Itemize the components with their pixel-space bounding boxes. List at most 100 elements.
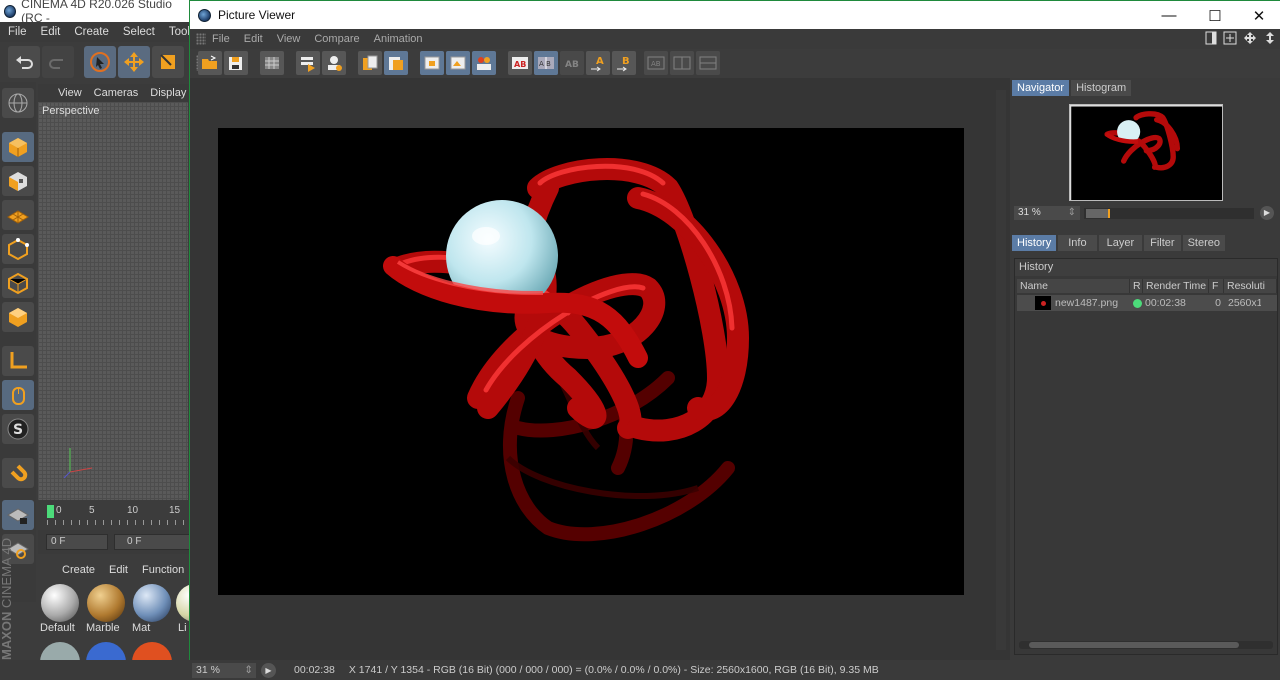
live-selection-button[interactable] — [84, 46, 116, 78]
copy-to-clipboard-button[interactable] — [358, 51, 382, 75]
render-settings-button[interactable] — [322, 51, 346, 75]
redo-button[interactable] — [42, 46, 74, 78]
polygons-mode-button[interactable] — [2, 302, 34, 332]
column-name[interactable]: Name — [1017, 279, 1130, 293]
polygon-cube-icon — [9, 308, 27, 327]
save-image-button[interactable] — [224, 51, 248, 75]
image-canvas[interactable] — [190, 78, 1010, 660]
viewport-menu-display[interactable]: Display — [150, 87, 186, 99]
solo-button[interactable]: S — [2, 414, 34, 444]
current-frame-field[interactable]: 0 F — [114, 534, 190, 550]
stereo-a-button[interactable]: AB — [644, 51, 668, 75]
c4d-menu-file[interactable]: File — [8, 26, 27, 38]
tab-stereo[interactable]: Stereo — [1182, 235, 1225, 251]
material-menu-create[interactable]: Create — [62, 564, 95, 576]
c4d-menu-edit[interactable]: Edit — [41, 26, 61, 38]
spinner-arrows-icon: ⇕ — [244, 663, 253, 676]
timeline-tick: 0 — [56, 505, 62, 516]
pv-menu-compare[interactable]: Compare — [314, 33, 359, 45]
rendered-image[interactable] — [218, 128, 964, 595]
material-menu-function[interactable]: Function — [142, 564, 184, 576]
tweak-mode-button[interactable] — [2, 380, 34, 410]
new-panel-icon[interactable] — [1223, 31, 1237, 45]
axis-mode-button[interactable] — [2, 346, 34, 376]
compare-split-button[interactable]: A B — [534, 51, 558, 75]
stereo-b-button[interactable] — [670, 51, 694, 75]
show-region-b-button[interactable] — [446, 51, 470, 75]
model-mode-button[interactable] — [2, 132, 34, 162]
zoom-field[interactable]: 31 % ⇕ — [1014, 206, 1080, 220]
tab-history[interactable]: History — [1012, 235, 1057, 251]
table-row[interactable]: new1487.png 00:02:38 0 2560x16 — [1017, 295, 1277, 311]
column-f[interactable]: F — [1209, 279, 1224, 293]
material-menu-edit[interactable]: Edit — [109, 564, 128, 576]
zoom-slider[interactable] — [1084, 208, 1254, 219]
panel-layout-icon[interactable] — [1205, 31, 1217, 45]
history-horizontal-scrollbar[interactable] — [1019, 641, 1273, 649]
tab-info[interactable]: Info — [1058, 235, 1097, 251]
points-cube-icon — [8, 238, 29, 261]
tab-histogram[interactable]: Histogram — [1071, 80, 1132, 96]
timeline-tick: 15 — [169, 505, 181, 516]
compare-ab-button[interactable]: AB — [508, 51, 532, 75]
scale-tool-button[interactable] — [152, 46, 184, 78]
show-region-a-button[interactable] — [420, 51, 444, 75]
points-mode-button[interactable] — [2, 234, 34, 264]
expand-panel-icon[interactable] — [1263, 31, 1277, 45]
copy-pages-icon — [363, 55, 378, 70]
compare-swap-button[interactable]: AB — [560, 51, 584, 75]
workplane-lock-button[interactable] — [2, 500, 34, 530]
viewport-menu-view[interactable]: View — [58, 87, 82, 99]
undo-button[interactable] — [8, 46, 40, 78]
set-b-button[interactable]: B — [612, 51, 636, 75]
snap-button[interactable] — [2, 458, 34, 488]
open-image-button[interactable] — [198, 51, 222, 75]
pv-menu-edit[interactable]: Edit — [244, 33, 263, 45]
zoom-play-icon[interactable]: ▶ — [1260, 206, 1274, 220]
set-a-button[interactable]: A — [586, 51, 610, 75]
paste-button[interactable] — [384, 51, 408, 75]
texture-mode-button[interactable] — [2, 166, 34, 196]
move-panel-icon[interactable] — [1243, 31, 1257, 45]
navigator-thumbnail[interactable] — [1069, 104, 1223, 201]
stereo-c-button[interactable] — [696, 51, 720, 75]
scrollbar-thumb[interactable] — [1029, 642, 1239, 648]
picture-viewer-title-bar: Picture Viewer — ☐ ✕ — [190, 0, 1280, 29]
column-resolution[interactable]: Resoluti — [1224, 279, 1277, 293]
maximize-button[interactable]: ☐ — [1193, 1, 1237, 30]
render-queue-button[interactable] — [296, 51, 320, 75]
c4d-menu-create[interactable]: Create — [74, 26, 109, 38]
pv-menu-view[interactable]: View — [277, 33, 301, 45]
tab-filter[interactable]: Filter — [1144, 235, 1181, 251]
status-zoom-field[interactable]: 31 % ⇕ — [192, 662, 256, 678]
tab-layer[interactable]: Layer — [1098, 235, 1143, 251]
move-tool-button[interactable] — [118, 46, 150, 78]
viewport-menu-cameras[interactable]: Cameras — [94, 87, 139, 99]
render-region-button[interactable] — [260, 51, 284, 75]
material-marble[interactable]: Marble — [84, 582, 128, 638]
workplane-mode-button[interactable] — [2, 200, 34, 230]
start-frame-field[interactable]: 0 F — [46, 534, 108, 550]
column-render-time[interactable]: Render Time — [1143, 279, 1209, 293]
material-mat[interactable]: Mat — [130, 582, 174, 638]
pv-menu-animation[interactable]: Animation — [374, 33, 423, 45]
edges-mode-button[interactable] — [2, 268, 34, 298]
picture-viewer-window: Picture Viewer — ☐ ✕ File Edit View Comp… — [189, 0, 1280, 680]
c4d-menu-select[interactable]: Select — [123, 26, 155, 38]
timeline-playhead[interactable] — [47, 505, 54, 518]
perspective-viewport[interactable]: Perspective — [38, 102, 188, 500]
make-editable-button[interactable] — [2, 88, 34, 118]
canvas-vertical-scrollbar[interactable] — [996, 90, 1006, 650]
timeline-ruler[interactable]: 0 5 10 15 — [38, 500, 190, 530]
column-r[interactable]: R — [1130, 279, 1143, 293]
status-play-icon[interactable]: ▶ — [261, 662, 276, 678]
material-li[interactable]: Li — [176, 582, 190, 638]
history-thumbnail-icon — [1035, 296, 1051, 310]
pv-menu-file[interactable]: File — [212, 33, 230, 45]
close-button[interactable]: ✕ — [1237, 1, 1280, 30]
material-default[interactable]: Default — [38, 582, 82, 638]
interactive-render-button[interactable] — [472, 51, 496, 75]
tab-navigator[interactable]: Navigator — [1012, 80, 1070, 96]
minimize-button[interactable]: — — [1147, 1, 1191, 30]
zoom-slider-handle[interactable] — [1108, 209, 1110, 218]
